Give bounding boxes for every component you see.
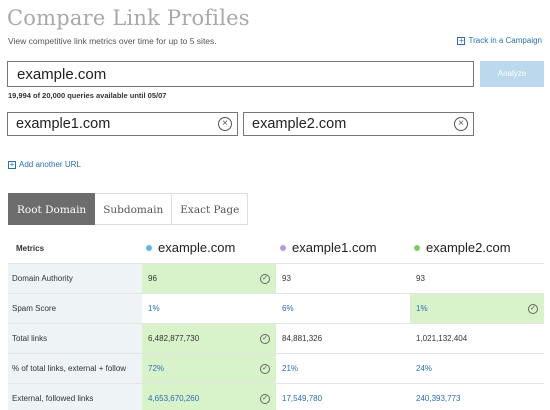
metric-value[interactable]: 72% [148,364,164,373]
site1-url-value: example1.com [16,116,111,132]
metric-label: Domain Authority [8,264,142,293]
analyze-button[interactable]: Analyze [480,61,544,87]
check-icon: ✓ [260,364,270,374]
plus-icon: + [8,159,16,169]
add-url-link[interactable]: + Add another URL [8,160,81,169]
metric-value: 6,482,877,730 [148,334,200,343]
check-icon: ✓ [528,304,538,314]
add-url-label: Add another URL [19,160,81,169]
table-row: Total links 6,482,877,730 ✓ 84,881,326 1… [8,324,544,354]
metric-value-cell: 24% [410,354,544,383]
site-column-header: example.com [142,234,276,263]
metric-value[interactable]: 24% [416,364,432,373]
clear-icon[interactable]: × [454,117,468,131]
metric-value-cell: 96 ✓ [142,264,276,293]
site-name: example2.com [426,240,511,255]
site-column-header: example2.com [410,234,544,263]
metric-value[interactable]: 17,549,780 [282,394,322,403]
track-campaign-link[interactable]: + Track in a Campaign [457,36,542,45]
metric-value-cell: 1,021,132,404 [410,324,544,353]
site-color-dot [414,244,420,251]
scope-tabs: Root Domain Subdomain Exact Page [8,193,249,225]
metric-value[interactable]: 4,653,670,260 [148,394,199,403]
site-color-dot [146,244,152,251]
metric-value: 96 [148,274,157,283]
metric-label: Total links [8,324,142,353]
queries-remaining: 19,994 of 20,000 queries available until… [8,91,167,100]
site2-url-input[interactable]: example2.com × [243,112,474,136]
metric-label: % of total links, external + follow [8,354,142,383]
tab-subdomain[interactable]: Subdomain [95,193,173,225]
table-row: Spam Score 1% 6% 1% ✓ [8,294,544,324]
metric-value-cell: 6,482,877,730 ✓ [142,324,276,353]
metric-value-cell: 6% [276,294,410,323]
site-color-dot [280,244,286,251]
table-row: % of total links, external + follow 72% … [8,354,544,384]
metric-value-cell: 93 [276,264,410,293]
metric-value: 1,021,132,404 [416,334,468,343]
check-icon: ✓ [260,274,270,284]
main-url-input[interactable]: example.com [7,61,474,87]
clear-icon[interactable]: × [218,117,232,131]
tab-root-domain[interactable]: Root Domain [8,193,96,225]
metric-value-cell: 17,549,780 [276,384,410,410]
site-name: example1.com [292,240,377,255]
metric-label: Spam Score [8,294,142,323]
metric-value-cell: 240,393,773 [410,384,544,410]
metric-value: 93 [282,274,291,283]
metric-value[interactable]: 1% [148,304,160,313]
page-title: Compare Link Profiles [7,6,250,30]
metric-value[interactable]: 21% [282,364,298,373]
check-icon: ✓ [260,394,270,404]
table-row: Domain Authority 96 ✓ 93 93 [8,264,544,294]
site-column-header: example1.com [276,234,410,263]
table-header: Metrics example.com example1.com example… [8,234,544,264]
site-name: example.com [158,240,236,255]
metric-value-cell: 21% [276,354,410,383]
metric-value-cell: 93 [410,264,544,293]
metric-value-cell: 1% ✓ [410,294,544,323]
table-row: External, followed links 4,653,670,260 ✓… [8,384,544,410]
metric-value-cell: 84,881,326 [276,324,410,353]
metrics-table: Metrics example.com example1.com example… [8,234,544,410]
plus-icon: + [457,35,466,45]
metric-value[interactable]: 240,393,773 [416,394,461,403]
metric-value[interactable]: 6% [282,304,294,313]
site1-url-input[interactable]: example1.com × [7,112,238,136]
check-icon: ✓ [260,334,270,344]
track-campaign-label: Track in a Campaign [468,36,542,45]
metric-value: 84,881,326 [282,334,323,343]
tab-exact-page[interactable]: Exact Page [172,193,249,225]
metrics-column-header: Metrics [16,244,45,253]
metric-value-cell: 1% [142,294,276,323]
site2-url-value: example2.com [252,116,347,132]
page-subtitle: View competitive link metrics over time … [8,36,217,46]
metric-value: 93 [416,274,425,283]
metric-value-cell: 72% ✓ [142,354,276,383]
metric-value-cell: 4,653,670,260 ✓ [142,384,276,410]
metric-label: External, followed links [8,384,142,410]
metric-value[interactable]: 1% [416,304,428,313]
